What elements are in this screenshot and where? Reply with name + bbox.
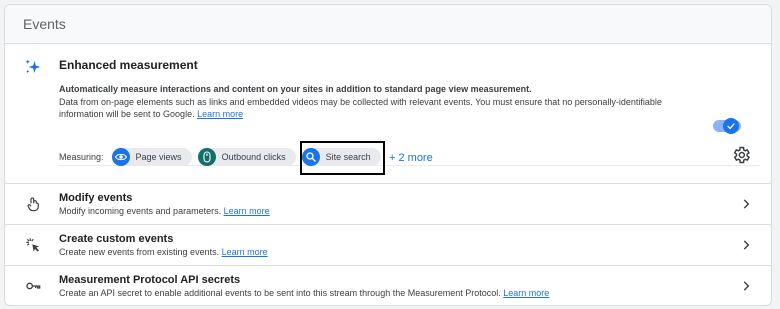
chevron-right-icon bbox=[743, 199, 750, 209]
learn-more-link[interactable]: Learn more bbox=[503, 288, 549, 298]
chip-outbound-clicks[interactable]: Outbound clicks bbox=[197, 148, 296, 166]
row-description-text: Create an API secret to enable additiona… bbox=[59, 288, 501, 298]
learn-more-link[interactable]: Learn more bbox=[224, 206, 270, 216]
highlight-box bbox=[300, 141, 385, 175]
chip-label: Page views bbox=[135, 152, 182, 162]
learn-more-link[interactable]: Learn more bbox=[197, 109, 243, 119]
row-title: Modify events bbox=[59, 192, 133, 204]
eye-icon bbox=[111, 148, 130, 166]
chip-label: Outbound clicks bbox=[221, 152, 286, 162]
row-description: Modify incoming events and parameters. L… bbox=[59, 206, 270, 216]
more-link[interactable]: + 2 more bbox=[389, 152, 433, 164]
page-title: Events bbox=[23, 16, 66, 32]
key-icon bbox=[26, 282, 41, 290]
chevron-right-icon bbox=[743, 240, 750, 250]
enhanced-measurement-description: Data from on-page elements such as links… bbox=[59, 96, 679, 120]
sparkle-icon bbox=[25, 59, 41, 73]
gear-icon[interactable] bbox=[731, 145, 751, 165]
chevron-right-icon bbox=[743, 281, 750, 291]
touch-icon bbox=[27, 197, 39, 212]
row-title: Create custom events bbox=[59, 233, 174, 245]
row-description: Create an API secret to enable additiona… bbox=[59, 288, 549, 298]
enhanced-measurement-title: Enhanced measurement bbox=[59, 58, 198, 72]
row-description-text: Create new events from existing events. bbox=[59, 247, 220, 257]
description-text: Data from on-page elements such as links… bbox=[59, 97, 662, 119]
measurement-protocol-row[interactable]: Measurement Protocol API secrets Create … bbox=[5, 266, 771, 305]
measuring-label: Measuring: bbox=[59, 152, 104, 162]
row-description: Create new events from existing events. … bbox=[59, 247, 268, 257]
row-title: Measurement Protocol API secrets bbox=[59, 274, 241, 286]
toggle-knob[interactable] bbox=[723, 118, 739, 134]
chip-page-views[interactable]: Page views bbox=[111, 148, 192, 166]
mouse-icon bbox=[197, 148, 216, 166]
click-icon bbox=[26, 238, 39, 252]
create-custom-events-row[interactable]: Create custom events Create new events f… bbox=[5, 225, 771, 266]
modify-events-row[interactable]: Modify events Modify incoming events and… bbox=[5, 184, 771, 225]
row-description-text: Modify incoming events and parameters. bbox=[59, 206, 222, 216]
enhanced-measurement-summary: Automatically measure interactions and c… bbox=[59, 84, 532, 94]
learn-more-link[interactable]: Learn more bbox=[222, 247, 268, 257]
check-icon bbox=[727, 123, 735, 130]
events-card: Events Enhanced measurement Automaticall… bbox=[4, 4, 772, 306]
card-header: Events bbox=[5, 5, 771, 44]
